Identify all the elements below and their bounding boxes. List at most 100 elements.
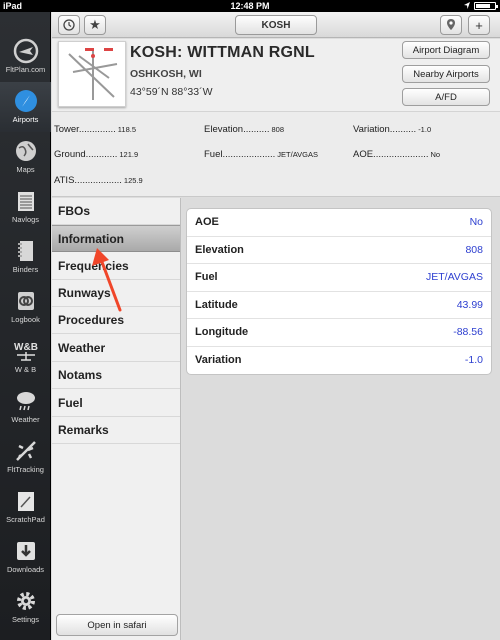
- category-fbos[interactable]: FBOs: [52, 198, 180, 225]
- table-row: Fuel JET/AVGAS: [187, 264, 491, 292]
- elevation-label: Elevation..........: [204, 124, 270, 135]
- aoe-label: AOE.....................: [353, 149, 429, 160]
- row-value: JET/AVGAS: [426, 271, 483, 284]
- airport-diagram-button[interactable]: Airport Diagram: [402, 41, 490, 59]
- tower-label: Tower..............: [54, 124, 116, 135]
- sidebar-item-label: Navlogs: [11, 215, 40, 224]
- airport-city: OSHKOSH, WI: [130, 68, 202, 80]
- airport-title: KOSH: WITTMAN RGNL: [130, 44, 315, 61]
- variation-label: Variation..........: [353, 124, 417, 135]
- sidebar-item-weight-balance[interactable]: W&B W & B: [0, 332, 51, 382]
- binder-icon: [17, 241, 33, 261]
- runway-diagram-image: [68, 48, 118, 100]
- row-key: Longitude: [195, 326, 249, 339]
- fuel-value: JET/AVGAS: [277, 150, 318, 159]
- aoe-info: AOE..................... No: [353, 149, 440, 160]
- clock-back-icon: [63, 19, 75, 31]
- row-key: Elevation: [195, 243, 244, 256]
- status-right: [463, 1, 498, 10]
- sidebar-item-settings[interactable]: Settings: [0, 582, 51, 632]
- category-frequencies[interactable]: Frequencies: [52, 253, 180, 280]
- airport-header: KOSH: WITTMAN RGNL OSHKOSH, WI 43°59´N 8…: [52, 39, 500, 111]
- sidebar-item-label: ScratchPad: [6, 515, 45, 524]
- tower-value: 118.5: [117, 125, 136, 134]
- logbook-icon: [17, 292, 34, 310]
- sidebar-item-scratchpad[interactable]: ScratchPad: [0, 482, 51, 532]
- airport-coordinates: 43°59´N 88°33´W: [130, 86, 213, 98]
- sidebar-item-fltplan[interactable]: FltPlan.com: [0, 32, 51, 82]
- map-pin-icon: [447, 19, 455, 30]
- atis-label: ATIS..................: [54, 175, 122, 186]
- category-weather[interactable]: Weather: [52, 335, 180, 362]
- atis-info: ATIS.................. 125.9: [54, 175, 143, 186]
- sidebar-item-label: Binders: [12, 265, 39, 274]
- top-toolbar: ★ KOSH +: [52, 12, 500, 38]
- ground-label: Ground............: [54, 149, 118, 160]
- table-row: Variation -1.0: [187, 347, 491, 375]
- sidebar-item-label: FltTracking: [7, 465, 44, 474]
- sidebar-item-flttracking[interactable]: FltTracking: [0, 432, 51, 482]
- table-row: Longitude -88.56: [187, 319, 491, 347]
- row-value: No: [469, 216, 483, 229]
- category-information[interactable]: Information: [52, 225, 180, 252]
- fuel-info: Fuel.................... JET/AVGAS: [204, 149, 318, 160]
- weight-balance-icon: W&B: [14, 342, 38, 361]
- afd-button[interactable]: A/FD: [402, 88, 490, 106]
- variation-value: -1.0: [418, 125, 432, 134]
- sidebar-item-airports[interactable]: Airports: [0, 82, 51, 132]
- sidebar-item-logbook[interactable]: Logbook: [0, 282, 51, 332]
- variation-info: Variation.......... -1.0: [353, 124, 431, 135]
- battery-icon: [474, 1, 498, 10]
- sidebar-item-navlogs[interactable]: Navlogs: [0, 182, 51, 232]
- sidebar-item-binders[interactable]: Binders: [0, 232, 51, 282]
- open-in-safari-button[interactable]: Open in safari: [56, 614, 178, 636]
- sidebar-item-weather[interactable]: Weather: [0, 382, 51, 432]
- category-notams[interactable]: Notams: [52, 362, 180, 389]
- airport-diagram-thumbnail[interactable]: [58, 41, 126, 107]
- aoe-value: No: [430, 150, 441, 159]
- sidebar-item-label: Maps: [16, 165, 35, 174]
- sidebar-item-label: Airports: [12, 115, 39, 124]
- plane-icon: [15, 441, 36, 461]
- plus-icon: +: [475, 17, 483, 33]
- sidebar-item-maps[interactable]: Maps: [0, 132, 51, 182]
- map-pin-button[interactable]: [440, 15, 462, 35]
- category-fuel[interactable]: Fuel: [52, 390, 180, 417]
- tower-info: Tower.............. 118.5: [54, 124, 136, 135]
- add-button[interactable]: +: [468, 15, 490, 35]
- history-button[interactable]: [58, 15, 80, 35]
- scratchpad-icon: [17, 492, 34, 511]
- status-bar: iPad 12:48 PM: [0, 0, 500, 12]
- ground-info: Ground............ 121.9: [54, 149, 138, 160]
- svg-text:W&B: W&B: [14, 342, 38, 353]
- sidebar-item-label: Downloads: [6, 565, 45, 574]
- category-runways[interactable]: Runways: [52, 280, 180, 307]
- atis-value: 125.9: [123, 176, 143, 185]
- star-icon: ★: [89, 17, 101, 32]
- table-row: Latitude 43.99: [187, 292, 491, 319]
- airport-info-strip: Tower.............. 118.5 Ground........…: [52, 111, 500, 197]
- ground-value: 121.9: [119, 150, 139, 159]
- app-sidebar: FltPlan.com Airports Maps Navlogs Binder…: [0, 12, 51, 640]
- compass-icon: [14, 90, 37, 112]
- nearby-airports-button[interactable]: Nearby Airports: [402, 65, 490, 83]
- fltplan-logo-icon: [13, 38, 38, 64]
- information-table: AOE No Elevation 808 Fuel JET/AVGAS Lati…: [186, 208, 492, 375]
- row-value: -1.0: [464, 354, 483, 367]
- navlog-icon: [17, 192, 34, 211]
- table-row: AOE No: [187, 209, 491, 237]
- category-remarks[interactable]: Remarks: [52, 417, 180, 444]
- favorite-button[interactable]: ★: [84, 15, 106, 35]
- status-time: 12:48 PM: [230, 1, 270, 11]
- sidebar-item-downloads[interactable]: Downloads: [0, 532, 51, 582]
- category-procedures[interactable]: Procedures: [52, 307, 180, 334]
- location-arrow-icon: [464, 2, 470, 9]
- row-key: Latitude: [195, 298, 238, 311]
- globe-icon: [15, 141, 36, 161]
- elevation-info: Elevation.......... 808: [204, 124, 284, 135]
- sidebar-item-label: Logbook: [11, 315, 40, 324]
- download-icon: [16, 542, 35, 560]
- detail-panel: AOE No Elevation 808 Fuel JET/AVGAS Lati…: [182, 198, 500, 640]
- airport-code-field[interactable]: KOSH: [235, 15, 317, 35]
- elevation-value: 808: [271, 125, 284, 134]
